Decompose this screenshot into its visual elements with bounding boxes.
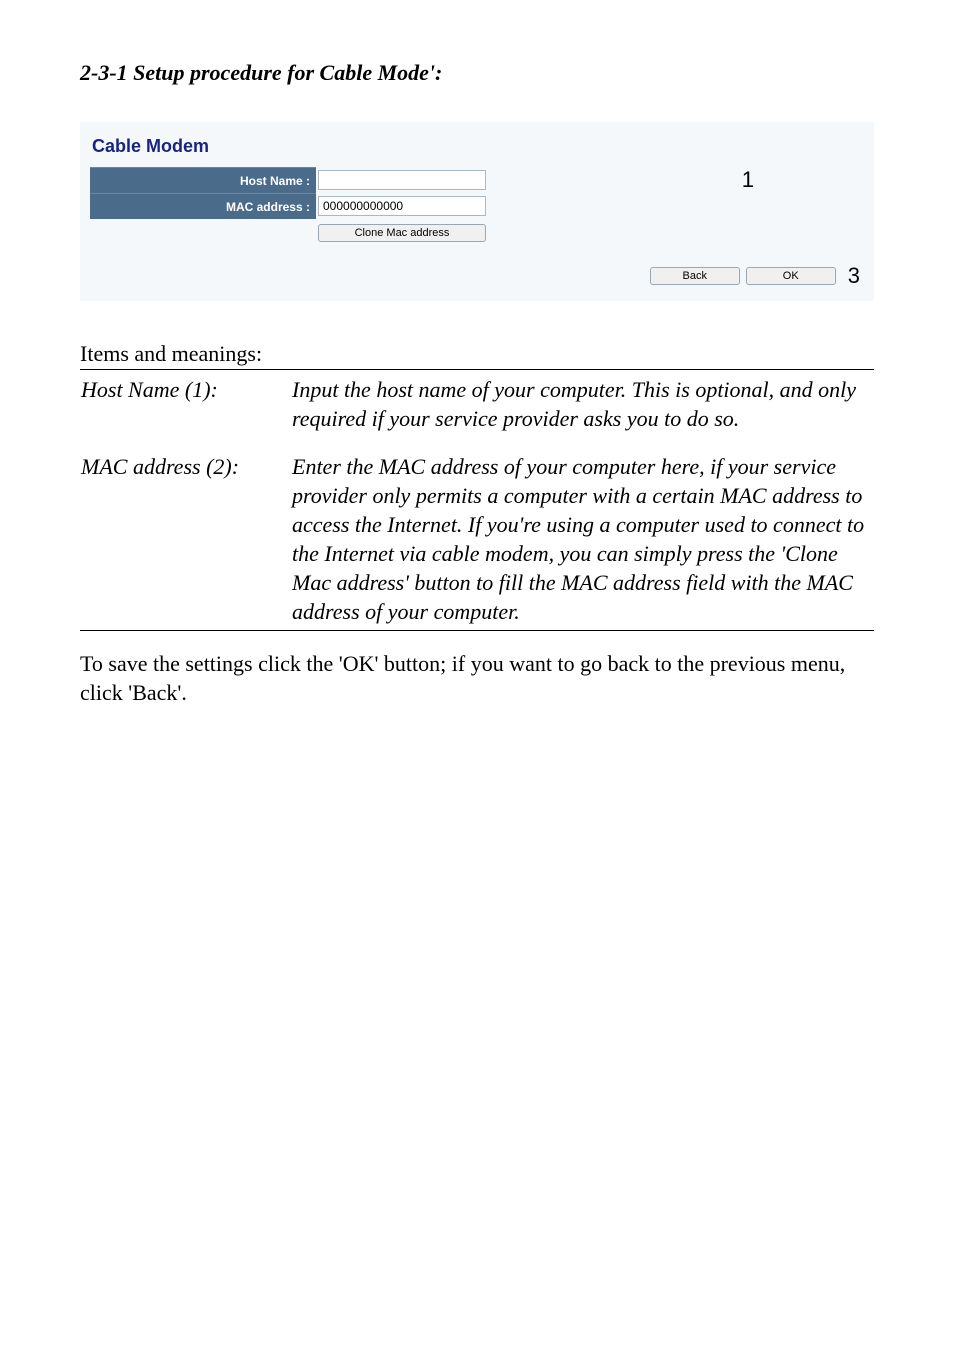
mac-address-label: MAC address : [90,193,316,219]
footer-paragraph: To save the settings click the 'OK' butt… [80,649,874,707]
mac-address-term: MAC address (2): [80,451,291,631]
mac-address-row: MAC address : 2 [90,193,864,219]
table-row: Host Name (1): Input the host name of yo… [80,374,874,451]
cable-modem-panel: Cable Modem Host Name : 1 MAC address : … [80,122,874,301]
ok-button[interactable]: OK [746,267,836,285]
section-heading: 2-3-1 Setup procedure for Cable Mode': [80,60,874,86]
host-name-term: Host Name (1): [80,374,291,451]
items-meanings-heading: Items and meanings: [80,341,874,370]
mac-address-input[interactable] [318,196,486,216]
panel-title: Cable Modem [90,130,864,167]
host-name-row: Host Name : 1 [90,167,864,193]
host-name-description: Input the host name of your computer. Th… [291,374,874,451]
annotation-3: 3 [848,263,860,289]
button-row: Back OK 3 [90,245,864,291]
mac-address-description: Enter the MAC address of your computer h… [291,451,874,631]
clone-row: Clone Mac address [90,219,864,245]
host-name-input[interactable] [318,170,486,190]
definitions-table: Host Name (1): Input the host name of yo… [80,374,874,631]
table-row: MAC address (2): Enter the MAC address o… [80,451,874,631]
clone-mac-button[interactable]: Clone Mac address [318,224,486,242]
host-name-label: Host Name : [90,167,316,193]
back-button[interactable]: Back [650,267,740,285]
annotation-1: 1 [742,167,754,193]
